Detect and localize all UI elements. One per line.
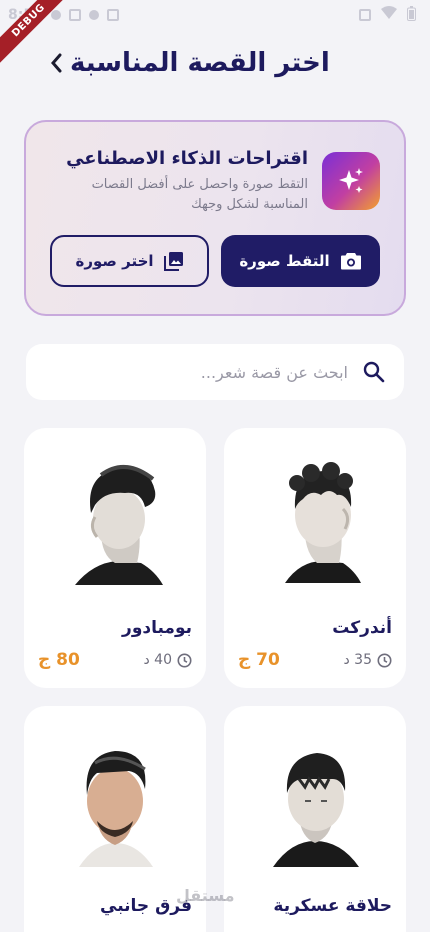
status-bar: 8:52 [0,0,430,30]
haircut-grid: أندركت 35 د 70 ج بومبادور 40 د 80 ج حلاق… [24,428,406,932]
choose-photo-label: اختر صورة [75,252,154,270]
haircut-image [24,724,206,874]
clock-icon [177,653,192,667]
haircut-name: بومبادور [122,618,192,638]
duration-info: 35 د [343,652,392,668]
notification-icon [50,10,61,20]
duration-info: 40 د [143,652,192,668]
haircut-image [24,446,206,596]
take-photo-label: التقط صورة [239,252,330,270]
duration-text: 40 د [143,652,172,668]
haircut-name: حلاقة عسكرية [273,896,392,916]
haircut-card-undercut[interactable]: أندركت 35 د 70 ج [224,428,406,688]
chevron-left-icon [51,53,62,73]
clock-icon [377,653,392,667]
haircut-image [224,724,406,874]
ai-suggestions-card: اقتراحات الذكاء الاصطناعي التقط صورة واح… [24,120,406,316]
search-icon[interactable] [362,360,386,384]
app-header: اختر القصة المناسبة [0,40,430,86]
vibrate-icon [359,9,371,21]
app-notification-icon [68,9,81,21]
ai-card-subtitle: التقط صورة واحصل على أفضل القصات المناسب… [91,177,308,212]
photo-library-icon [163,252,183,271]
haircut-card-pompadour[interactable]: بومبادور 40 د 80 ج [24,428,206,688]
back-button[interactable] [42,49,70,77]
haircut-card-military[interactable]: حلاقة عسكرية [224,706,406,932]
sparkle-icon [322,152,380,210]
search-input[interactable] [44,362,348,382]
take-photo-button[interactable]: التقط صورة [221,235,380,287]
page-title: اختر القصة المناسبة [70,48,330,78]
search-bar [26,344,404,400]
price-text: 70 ج [238,650,280,670]
duration-text: 35 د [343,652,372,668]
choose-photo-button[interactable]: اختر صورة [50,235,210,287]
mail-icon [106,9,119,21]
haircut-name: أندركت [332,618,392,638]
camera-icon [340,253,361,270]
ai-card-title: اقتراحات الذكاء الاصطناعي [66,148,308,169]
battery-icon [407,5,416,25]
accessibility-icon [88,10,99,20]
watermark: مستقل [176,886,235,905]
wifi-icon [381,6,397,24]
price-text: 80 ج [38,650,80,670]
haircut-image [224,446,406,596]
